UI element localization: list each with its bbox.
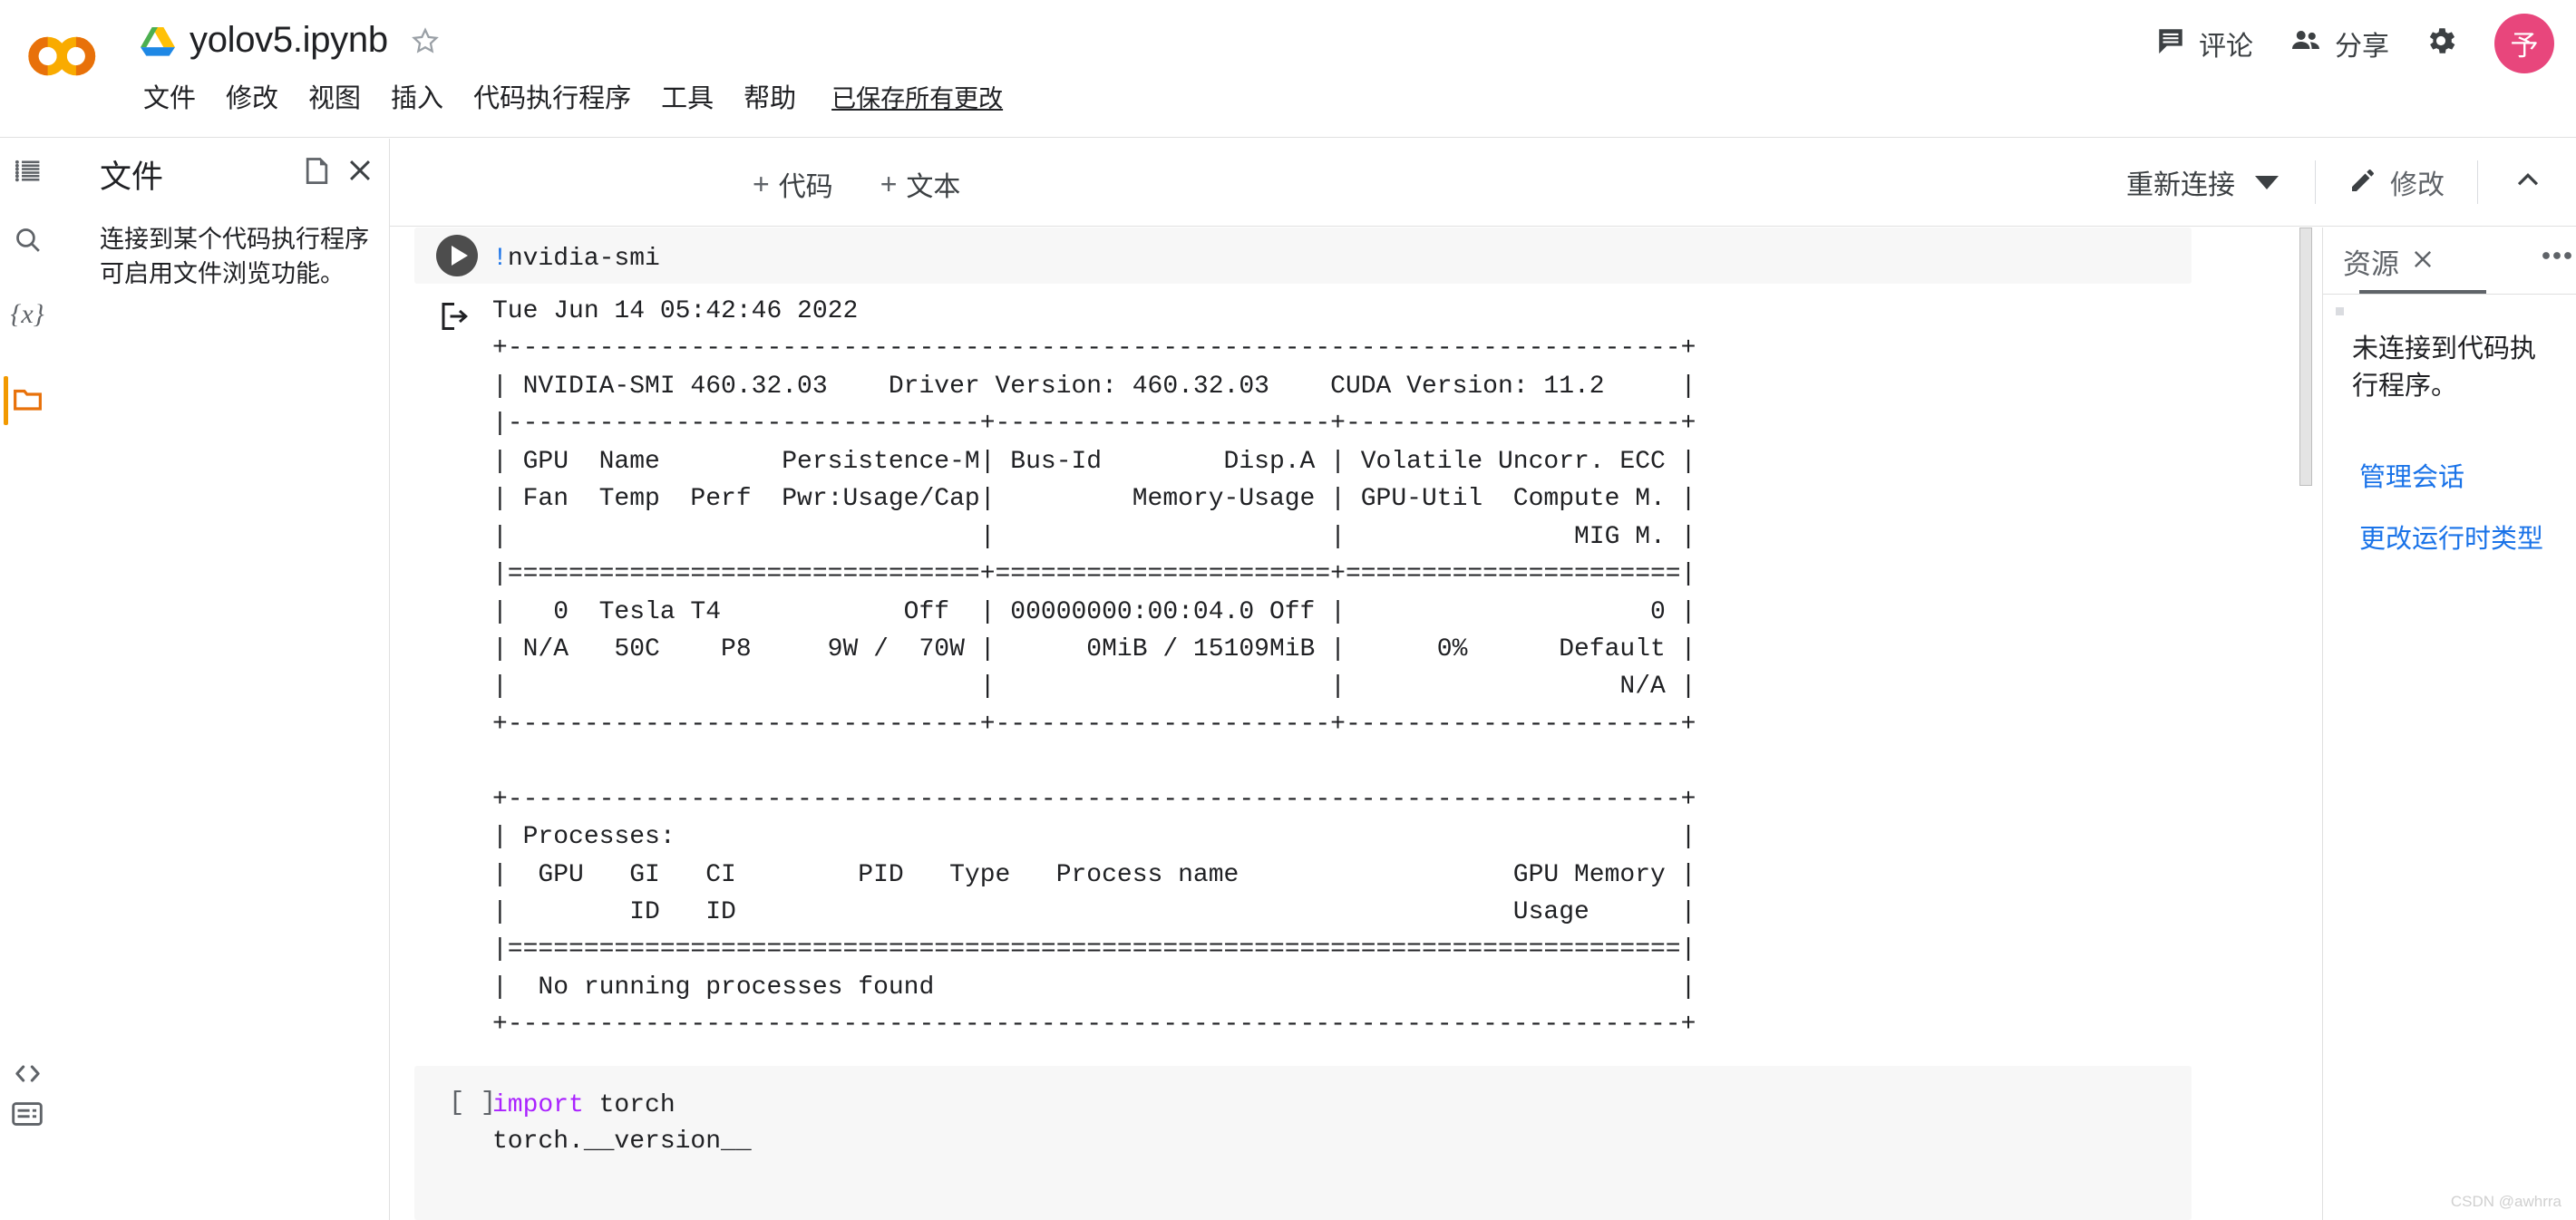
cell-input-area[interactable]: [ ] import torch torch.__version__ — [414, 1066, 2192, 1220]
menu-item-view[interactable]: 视图 — [308, 77, 361, 115]
terminal-icon — [12, 1101, 43, 1131]
menu-item-help[interactable]: 帮助 — [744, 77, 796, 115]
sidebar-item-search[interactable] — [0, 214, 54, 270]
more-options-icon[interactable] — [2541, 249, 2573, 266]
close-icon[interactable] — [2410, 247, 2435, 276]
cell-output-text: Tue Jun 14 05:42:46 2022 +--------------… — [492, 297, 1696, 1040]
sidebar-item-variables[interactable]: {x} — [0, 286, 54, 343]
chevron-up-icon — [2513, 172, 2543, 199]
share-label: 分享 — [2335, 31, 2389, 62]
files-sidebar-actions — [302, 155, 375, 190]
settings-button[interactable] — [2407, 13, 2474, 73]
comment-label: 评论 — [2199, 31, 2253, 62]
pencil-icon — [2348, 166, 2377, 199]
list-icon[interactable] — [14, 159, 42, 191]
play-button-icon — [451, 246, 468, 266]
tab-resources-label: 资源 — [2343, 247, 2399, 280]
divider — [2477, 160, 2478, 204]
files-empty-message: 连接到某个代码执行程序可启用文件浏览功能。 — [100, 226, 369, 288]
search-icon — [13, 225, 43, 259]
keyword-token: import — [492, 1091, 584, 1119]
add-code-label: 代码 — [778, 172, 833, 202]
left-icon-rail: {x} — [0, 139, 54, 1220]
toolbar-right-actions: 重新连接 修改 — [2110, 152, 2558, 212]
edit-label: 修改 — [2390, 170, 2445, 200]
menu-item-insert[interactable]: 插入 — [391, 77, 443, 115]
active-indicator-bar — [4, 376, 8, 425]
files-sidebar: 文件 连接到某个代码执行程序可启用文件浏览功能。 — [15, 139, 390, 1220]
colab-window: yolov5.ipynb 文件 修改 视图 插入 代码执行程序 工具 帮助 已保… — [0, 0, 2576, 1220]
avatar-initial: 予 — [2510, 30, 2539, 62]
menu-item-tools[interactable]: 工具 — [661, 77, 714, 115]
resources-status-message: 未连接到代码执行程序。 — [2352, 334, 2537, 401]
module-token: torch — [583, 1091, 676, 1119]
tab-resources[interactable]: 资源 — [2343, 228, 2486, 295]
new-file-icon[interactable] — [302, 156, 332, 190]
star-outline-icon[interactable] — [410, 25, 441, 56]
add-cell-buttons: + 代码 + 文本 — [742, 158, 971, 210]
divider — [2315, 160, 2316, 204]
reconnect-button[interactable]: 重新连接 — [2110, 155, 2295, 209]
menu-item-edit[interactable]: 修改 — [226, 77, 278, 115]
cell-prompt[interactable]: [ ] — [449, 1088, 496, 1118]
menu-bar: 文件 修改 视图 插入 代码执行程序 工具 帮助 已保存所有更改 — [143, 77, 1003, 115]
edit-button[interactable]: 修改 — [2336, 155, 2457, 209]
scrollbar-thumb[interactable] — [2299, 228, 2312, 486]
run-cell-button[interactable] — [436, 235, 478, 276]
notebook-scrollbar[interactable] — [2299, 228, 2313, 1220]
divider — [2323, 294, 2576, 295]
top-bar: yolov5.ipynb 文件 修改 视图 插入 代码执行程序 工具 帮助 已保… — [0, 0, 2576, 138]
add-text-label: 文本 — [906, 172, 961, 202]
cell-source-line-2[interactable]: torch.__version__ — [492, 1124, 752, 1160]
files-panel-title: 文件 — [100, 160, 164, 195]
share-button[interactable]: 分享 — [2271, 15, 2407, 73]
google-drive-icon — [141, 25, 175, 56]
panel-resize-handle[interactable] — [2336, 307, 2344, 315]
comment-button[interactable]: 评论 — [2137, 15, 2271, 73]
manage-sessions-link[interactable]: 管理会话 — [2359, 460, 2568, 497]
document-title-row: yolov5.ipynb — [141, 20, 441, 61]
plus-icon: + — [880, 168, 898, 200]
resources-tab-bar: 资源 — [2323, 228, 2576, 295]
shell-command-token: nvidia-smi — [507, 245, 660, 273]
reconnect-label: 重新连接 — [2126, 170, 2235, 200]
notebook-area: !nvidia-smi Tue Jun 14 05:42:46 2022 +--… — [391, 228, 2313, 1220]
resources-panel: 资源 未连接到代码执行程序。 管理会话 更改运行时类型 — [2322, 228, 2576, 1220]
gear-icon — [2424, 28, 2458, 62]
watermark: CSDN @awhrra — [2450, 1193, 2561, 1210]
colab-logo[interactable] — [25, 32, 100, 81]
sidebar-item-terminal[interactable] — [0, 1088, 54, 1144]
avatar[interactable]: 予 — [2494, 13, 2554, 73]
cell-input-area[interactable]: !nvidia-smi — [414, 228, 2192, 284]
page-title[interactable]: yolov5.ipynb — [190, 20, 388, 61]
menu-item-file[interactable]: 文件 — [143, 77, 196, 115]
plus-icon: + — [753, 168, 770, 200]
folder-icon — [12, 382, 44, 419]
save-status-link[interactable]: 已保存所有更改 — [831, 79, 1003, 114]
top-bar-actions: 评论 分享 予 — [2137, 13, 2554, 73]
sidebar-item-files[interactable] — [0, 373, 54, 429]
variables-icon: {x} — [10, 299, 44, 329]
add-text-cell-button[interactable]: + 文本 — [870, 158, 972, 210]
menu-item-runtime[interactable]: 代码执行程序 — [473, 77, 631, 115]
comment-icon — [2155, 25, 2186, 61]
cell-source-code[interactable]: !nvidia-smi — [492, 241, 660, 277]
shell-bang-token: ! — [492, 245, 508, 273]
files-sidebar-header: 文件 — [15, 139, 390, 209]
cell-source-line-1[interactable]: import torch — [492, 1088, 676, 1124]
add-code-cell-button[interactable]: + 代码 — [742, 158, 844, 210]
collapse-toolbar-button[interactable] — [2498, 156, 2558, 209]
close-icon[interactable] — [345, 155, 375, 190]
output-arrow-icon[interactable] — [438, 300, 471, 337]
change-runtime-type-link[interactable]: 更改运行时类型 — [2359, 521, 2568, 558]
people-icon — [2289, 24, 2322, 62]
chevron-down-icon[interactable] — [2255, 175, 2279, 189]
